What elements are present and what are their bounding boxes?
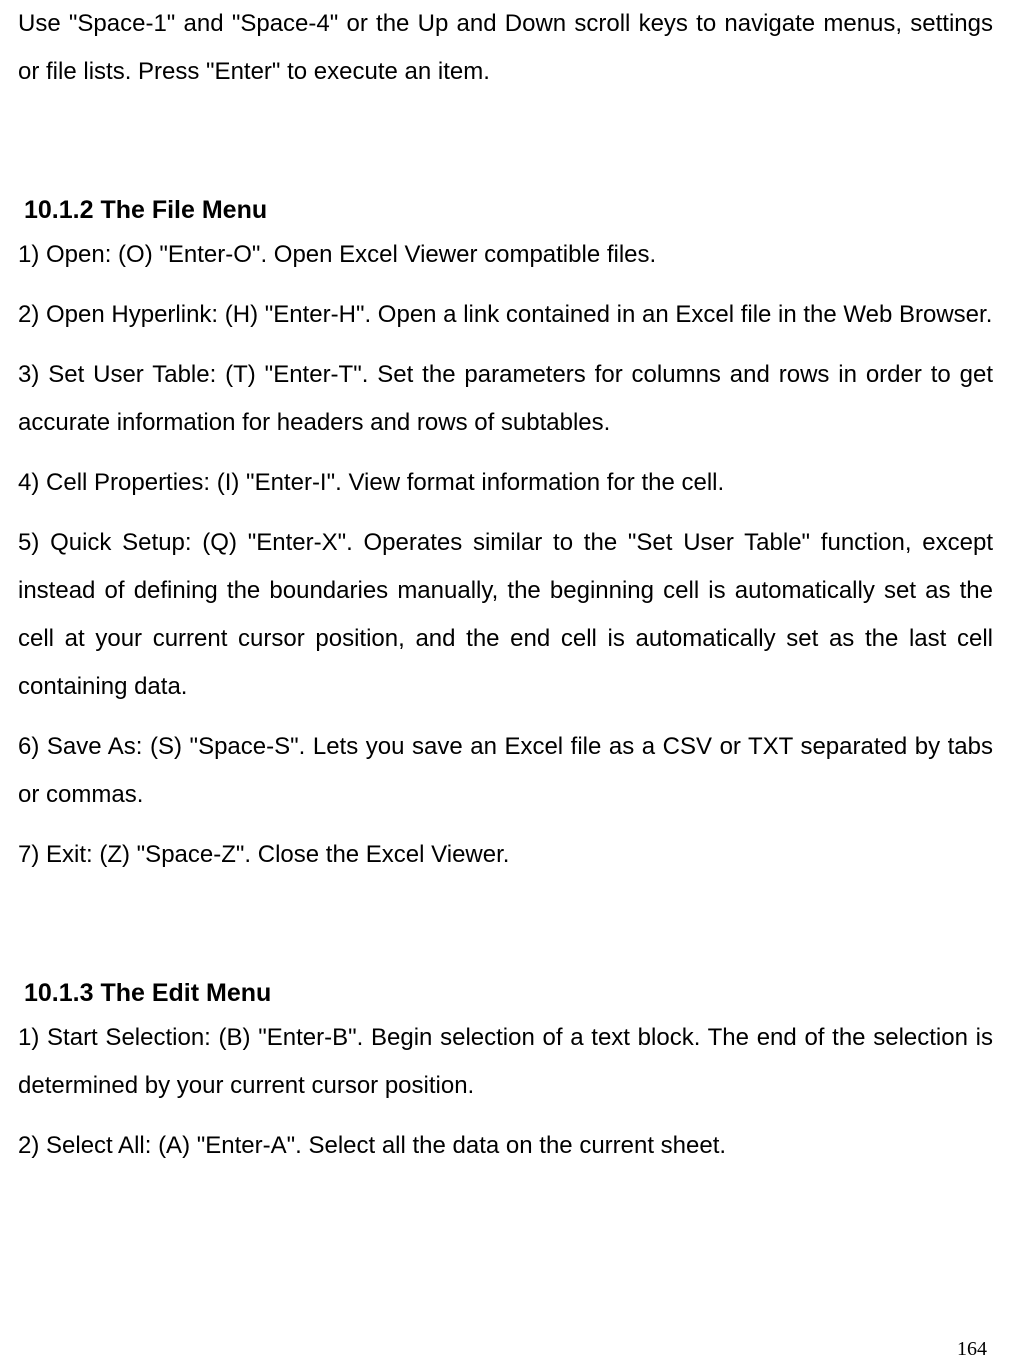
spacer [18,108,993,148]
file-menu-item-1: 1) Open: (O) "Enter-O". Open Excel Viewe… [18,231,993,279]
edit-menu-item-2: 2) Select All: (A) "Enter-A". Select all… [18,1122,993,1170]
file-menu-item-6: 6) Save As: (S) "Space-S". Lets you save… [18,723,993,819]
file-menu-item-4: 4) Cell Properties: (I) "Enter-I". View … [18,459,993,507]
edit-menu-item-1: 1) Start Selection: (B) "Enter-B". Begin… [18,1014,993,1110]
file-menu-item-3: 3) Set User Table: (T) "Enter-T". Set th… [18,351,993,447]
intro-paragraph: Use "Space-1" and "Space-4" or the Up an… [18,0,993,96]
document-page: Use "Space-1" and "Space-4" or the Up an… [0,0,1011,1371]
spacer [18,891,993,931]
file-menu-item-7: 7) Exit: (Z) "Space-Z". Close the Excel … [18,831,993,879]
section-heading-file-menu: 10.1.2 The File Menu [24,196,993,225]
page-number: 164 [957,1338,987,1361]
section-heading-edit-menu: 10.1.3 The Edit Menu [24,979,993,1008]
file-menu-item-2: 2) Open Hyperlink: (H) "Enter-H". Open a… [18,291,993,339]
file-menu-item-5: 5) Quick Setup: (Q) "Enter-X". Operates … [18,519,993,711]
